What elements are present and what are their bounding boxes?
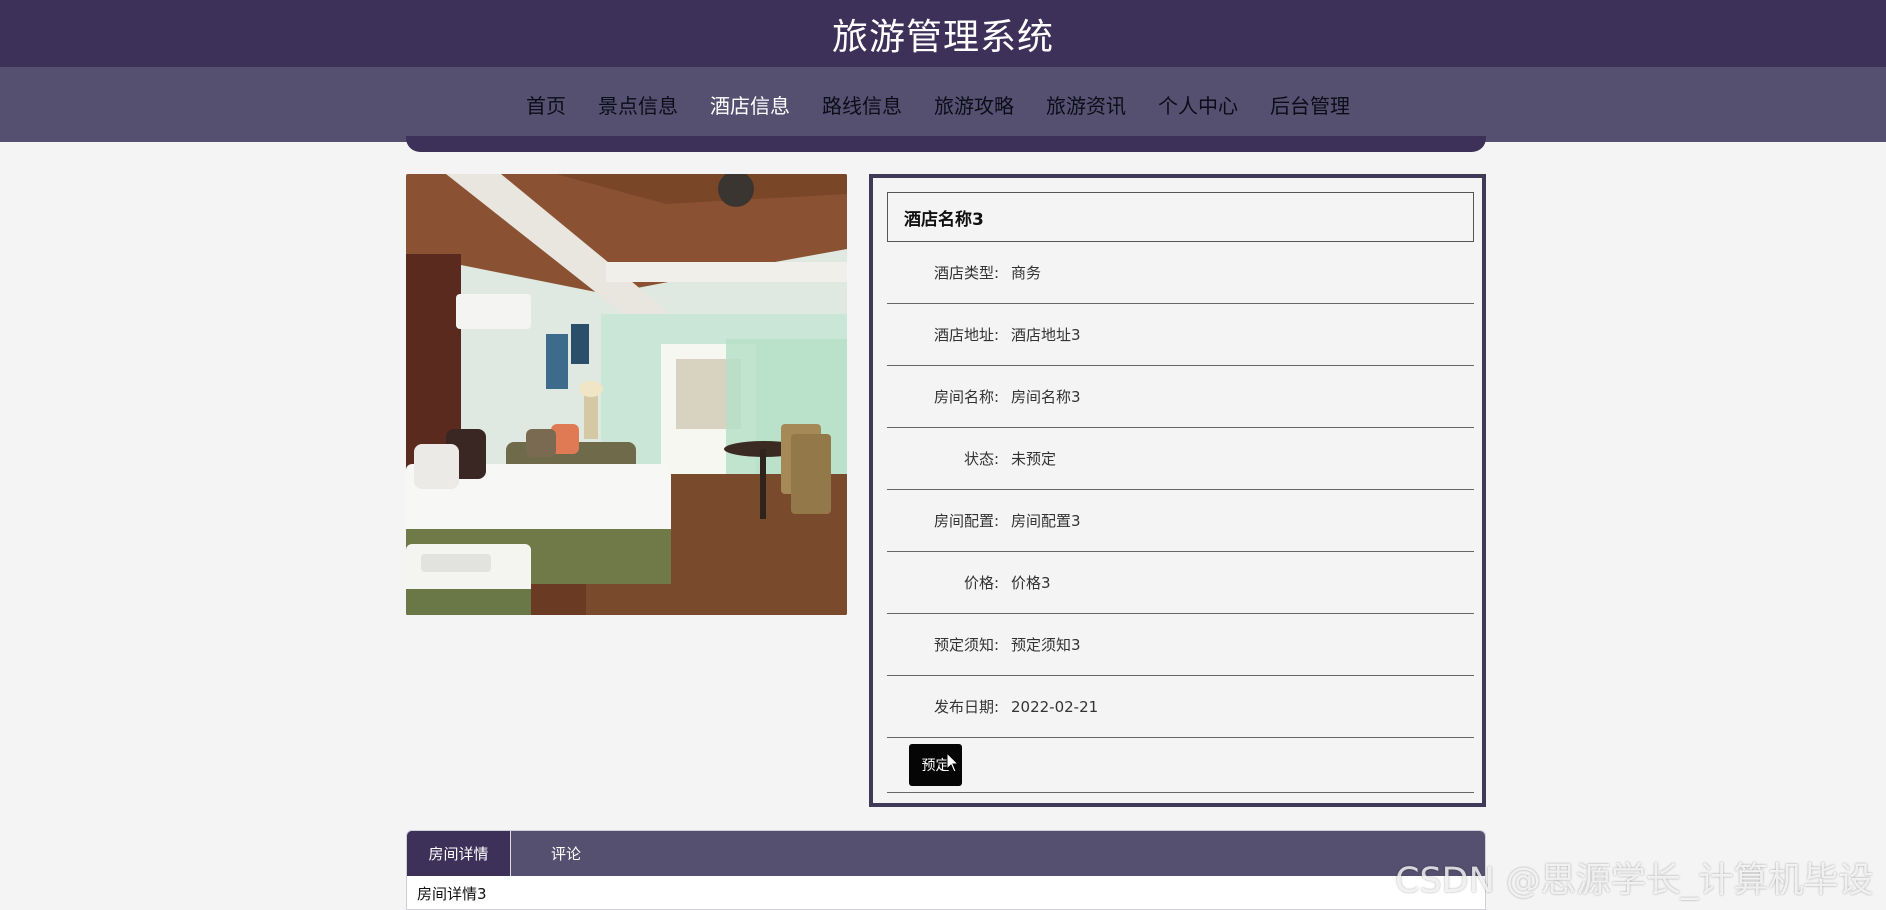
nav-item-guides[interactable]: 旅游攻略 — [918, 67, 1030, 142]
info-row-status: 状态: 未预定 — [887, 428, 1474, 490]
info-row-room-config: 房间配置: 房间配置3 — [887, 490, 1474, 552]
info-label: 预定须知: — [933, 636, 999, 654]
nav-item-home[interactable]: 首页 — [510, 67, 582, 142]
info-label: 状态: — [963, 450, 999, 468]
info-row-hotel-address: 酒店地址: 酒店地址3 — [887, 304, 1474, 366]
info-value: 酒店地址3 — [1011, 326, 1081, 344]
booking-row: 预定 — [887, 736, 1474, 793]
nav-item-admin[interactable]: 后台管理 — [1254, 67, 1366, 142]
info-value: 商务 — [1011, 264, 1042, 282]
info-label: 房间配置: — [933, 512, 999, 530]
nav-underbar — [406, 136, 1486, 152]
detail-tabs-panel: 房间详情 评论 房间详情3 — [406, 830, 1486, 910]
room-details-text: 房间详情3 — [417, 885, 487, 903]
nav-item-routes[interactable]: 路线信息 — [806, 67, 918, 142]
tab-bar: 房间详情 评论 — [407, 831, 1485, 876]
info-value: 未预定 — [1011, 450, 1057, 468]
hotel-info-panel: 酒店名称3 酒店类型: 商务 酒店地址: 酒店地址3 房间名称: 房间名称3 状… — [869, 174, 1486, 807]
info-row-room-name: 房间名称: 房间名称3 — [887, 366, 1474, 428]
info-label: 酒店地址: — [933, 326, 999, 344]
nav-item-attractions[interactable]: 景点信息 — [582, 67, 694, 142]
watermark: CSDN @思源学长_计算机毕设 — [1395, 861, 1874, 901]
info-row-hotel-type: 酒店类型: 商务 — [887, 242, 1474, 304]
info-value: 价格3 — [1011, 574, 1051, 592]
info-value: 预定须知3 — [1011, 636, 1081, 654]
info-label: 价格: — [963, 574, 999, 592]
nav-item-profile[interactable]: 个人中心 — [1142, 67, 1254, 142]
info-label: 房间名称: — [933, 388, 999, 406]
info-label: 发布日期: — [933, 698, 999, 716]
main-nav: 首页 景点信息 酒店信息 路线信息 旅游攻略 旅游资讯 个人中心 后台管理 — [0, 67, 1886, 142]
hotel-name: 酒店名称3 — [887, 192, 1474, 242]
nav-item-hotels[interactable]: 酒店信息 — [694, 67, 806, 142]
tab-room-details[interactable]: 房间详情 — [407, 831, 511, 876]
site-title: 旅游管理系统 — [831, 16, 1054, 58]
info-label: 酒店类型: — [933, 264, 999, 282]
nav-item-news[interactable]: 旅游资讯 — [1030, 67, 1142, 142]
info-value: 房间配置3 — [1011, 512, 1081, 530]
info-value: 房间名称3 — [1011, 388, 1081, 406]
info-row-publish-date: 发布日期: 2022-02-21 — [887, 676, 1474, 738]
site-header: 旅游管理系统 — [0, 0, 1886, 67]
tab-comments[interactable]: 评论 — [511, 831, 621, 876]
hotel-room-photo — [406, 174, 847, 615]
mouse-cursor-icon — [946, 752, 960, 773]
info-row-price: 价格: 价格3 — [887, 552, 1474, 614]
info-value: 2022-02-21 — [1011, 697, 1099, 716]
info-row-booking-notice: 预定须知: 预定须知3 — [887, 614, 1474, 676]
